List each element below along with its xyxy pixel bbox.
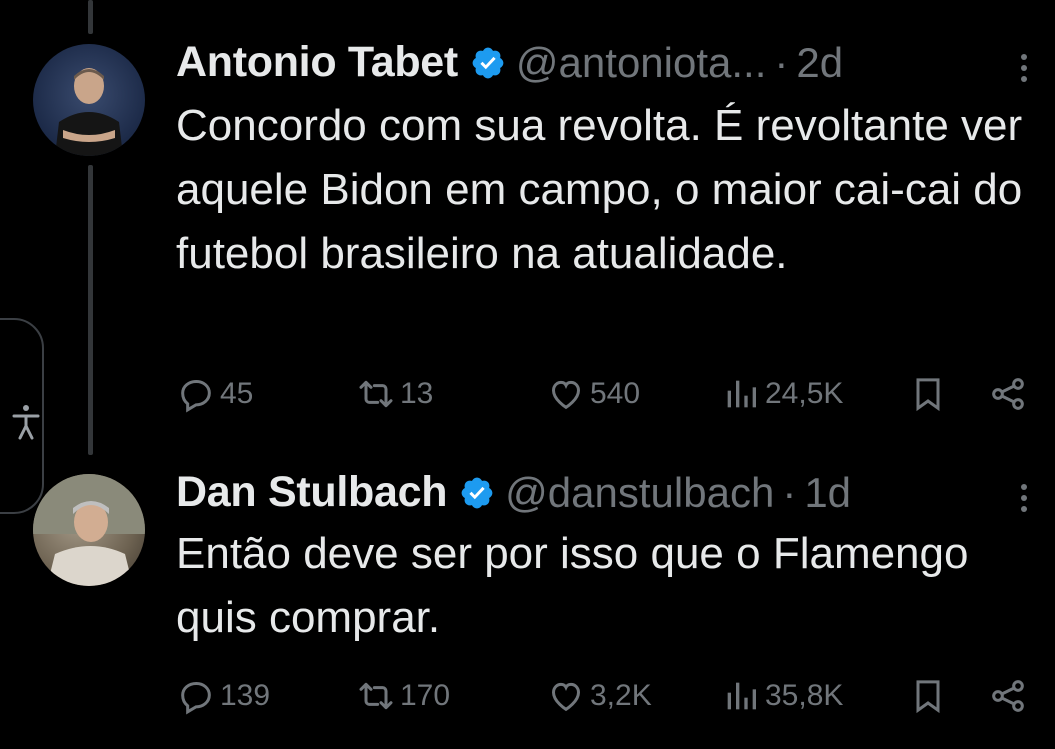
verified-badge-icon bbox=[472, 47, 504, 78]
like-count: 3,2K bbox=[590, 679, 652, 712]
bookmark-icon bbox=[916, 378, 940, 412]
reply-button[interactable]: 45 bbox=[176, 374, 253, 414]
avatar[interactable] bbox=[33, 474, 145, 586]
reply-icon bbox=[181, 379, 211, 413]
reply-count: 139 bbox=[220, 679, 271, 712]
more-icon[interactable] bbox=[1015, 48, 1033, 88]
share-icon bbox=[992, 680, 1024, 712]
like-icon bbox=[551, 682, 581, 712]
like-icon bbox=[551, 380, 581, 410]
repost-count: 13 bbox=[400, 377, 434, 410]
views-button[interactable]: 35,8K bbox=[721, 676, 843, 716]
author-handle[interactable]: @antoniota... bbox=[516, 39, 766, 87]
author-handle[interactable]: @danstulbach bbox=[505, 469, 774, 517]
reply-icon bbox=[181, 681, 211, 715]
share-icon bbox=[992, 378, 1024, 410]
tweet-header: Antonio Tabet @antoniota... · 2d bbox=[176, 38, 843, 87]
tweet-header: Dan Stulbach @danstulbach · 1d bbox=[176, 468, 851, 517]
repost-icon bbox=[359, 682, 393, 710]
repost-icon bbox=[359, 380, 393, 408]
share-button[interactable] bbox=[988, 374, 1032, 414]
more-icon[interactable] bbox=[1015, 478, 1033, 518]
like-button[interactable]: 3,2K bbox=[546, 676, 652, 716]
verified-badge-icon bbox=[461, 477, 493, 508]
repost-button[interactable]: 170 bbox=[356, 676, 450, 716]
bookmark-button[interactable] bbox=[908, 374, 952, 414]
tweet[interactable]: Antonio Tabet @antoniota... · 2d Concord… bbox=[0, 0, 1055, 450]
avatar[interactable] bbox=[33, 44, 145, 156]
reply-count: 45 bbox=[220, 377, 254, 410]
views-count: 35,8K bbox=[765, 679, 844, 712]
timestamp[interactable]: 2d bbox=[796, 39, 843, 87]
separator: · bbox=[774, 38, 789, 86]
bookmark-button[interactable] bbox=[908, 676, 952, 716]
views-icon bbox=[727, 380, 756, 408]
views-button[interactable]: 24,5K bbox=[721, 374, 843, 414]
tweet[interactable]: Dan Stulbach @danstulbach · 1d Então dev… bbox=[0, 450, 1055, 749]
bookmark-icon bbox=[916, 680, 940, 714]
like-button[interactable]: 540 bbox=[546, 374, 640, 414]
tweet-text: Concordo com sua revolta. É revoltante v… bbox=[176, 101, 1023, 278]
author-name[interactable]: Dan Stulbach bbox=[176, 468, 447, 517]
views-count: 24,5K bbox=[765, 377, 844, 410]
views-icon bbox=[727, 682, 756, 710]
share-button[interactable] bbox=[988, 676, 1032, 716]
separator: · bbox=[782, 468, 797, 516]
tweet-text: Então deve ser por isso que o Flamengo q… bbox=[176, 529, 969, 642]
timestamp[interactable]: 1d bbox=[804, 469, 851, 517]
tweet-actions: 45 13 540 24,5K bbox=[176, 374, 1055, 418]
repost-count: 170 bbox=[400, 679, 451, 712]
repost-button[interactable]: 13 bbox=[356, 374, 433, 414]
like-count: 540 bbox=[590, 377, 641, 410]
author-name[interactable]: Antonio Tabet bbox=[176, 38, 458, 87]
tweet-actions: 139 170 3,2K 35,8K bbox=[176, 676, 1055, 720]
reply-button[interactable]: 139 bbox=[176, 676, 270, 716]
